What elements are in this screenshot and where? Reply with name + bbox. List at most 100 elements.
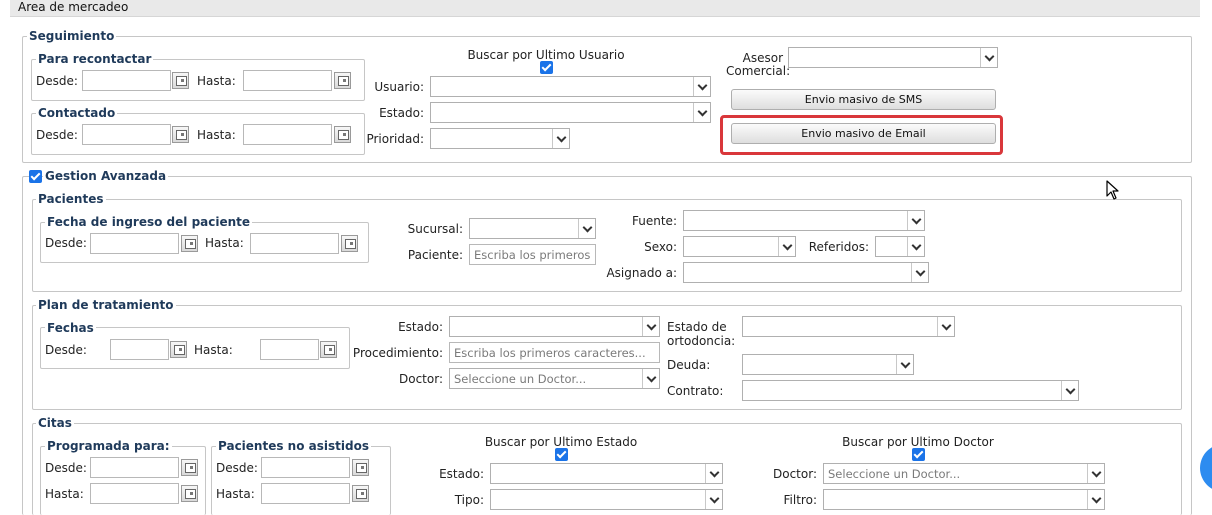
programada-hasta-input[interactable] (90, 483, 179, 504)
desde-label: Desde: (36, 74, 78, 88)
gestion-legend: Gestion Avanzada (43, 169, 169, 183)
calendar-icon[interactable] (320, 341, 337, 358)
no-asistidos-hasta-input[interactable] (261, 483, 350, 504)
chevron-down-icon (980, 48, 997, 67)
plan-legend: Plan de tratamiento (36, 298, 176, 312)
calendar-icon[interactable] (352, 459, 369, 476)
buscar-ultimo-usuario-checkbox[interactable] (540, 61, 553, 74)
plan-doctor-select[interactable]: Seleccione un Doctor... (449, 368, 660, 389)
pacientes-legend: Pacientes (36, 192, 106, 206)
gestion-avanzada-checkbox[interactable] (29, 170, 42, 183)
hasta-label: Hasta: (197, 74, 236, 88)
desde-label: Desde: (45, 461, 87, 475)
chevron-down-icon (907, 237, 924, 256)
estado-ortodoncia-select[interactable] (742, 316, 955, 337)
chevron-down-icon (1087, 464, 1104, 483)
calendar-icon[interactable] (181, 485, 198, 502)
calendar-icon[interactable] (181, 235, 198, 252)
comercial-label: Comercial: (726, 64, 791, 78)
asignado-label: Asignado a: (606, 266, 677, 280)
sexo-label: Sexo: (644, 240, 677, 254)
chevron-down-icon (907, 211, 924, 230)
paciente-label: Paciente: (407, 248, 463, 262)
tipo-label: Tipo: (454, 493, 484, 507)
asesor-label: Asesor (742, 51, 783, 65)
ingreso-desde-input[interactable] (90, 233, 179, 254)
citas-legend: Citas (36, 416, 74, 430)
hasta-label: Hasta: (197, 128, 236, 142)
usuario-label: Usuario: (374, 80, 424, 94)
ortodoncia-label: ortodoncia: (667, 334, 736, 348)
chevron-down-icon (693, 77, 710, 96)
contactado-legend: Contactado (36, 106, 118, 120)
calendar-icon[interactable] (334, 72, 351, 89)
buscar-ultimo-estado-checkbox[interactable] (555, 448, 568, 461)
asesor-comercial-select[interactable] (788, 47, 998, 68)
fecha-ingreso-legend: Fecha de ingreso del paciente (45, 215, 253, 229)
desde-label: Desde: (36, 128, 78, 142)
floating-action-button[interactable] (1200, 444, 1212, 492)
calendar-icon[interactable] (352, 485, 369, 502)
citas-doctor-label: Doctor: (773, 467, 817, 481)
plan-doctor-label: Doctor: (399, 372, 443, 386)
plan-desde-input[interactable] (110, 339, 169, 360)
seguimiento-legend: Seguimiento (27, 29, 117, 43)
chevron-down-icon (911, 263, 928, 282)
filtro-select[interactable] (823, 489, 1105, 510)
recontactar-hasta-input[interactable] (243, 70, 332, 91)
contrato-select[interactable] (742, 380, 1079, 401)
prioridad-select[interactable] (430, 128, 570, 149)
fuente-label: Fuente: (632, 214, 677, 228)
chevron-down-icon (1061, 381, 1078, 400)
contrato-label: Contrato: (667, 384, 724, 398)
chevron-down-icon (705, 464, 722, 483)
sucursal-label: Sucursal: (407, 222, 463, 236)
procedimiento-label: Procedimiento: (352, 346, 443, 360)
calendar-icon[interactable] (170, 341, 187, 358)
chevron-down-icon (896, 355, 913, 374)
calendar-icon[interactable] (334, 126, 351, 143)
no-asistidos-legend: Pacientes no asistidos (216, 439, 371, 453)
sucursal-select[interactable] (469, 218, 596, 239)
envio-sms-button[interactable]: Envio masivo de SMS (731, 89, 996, 110)
sexo-select[interactable] (683, 236, 796, 257)
deuda-label: Deuda: (667, 358, 711, 372)
chevron-down-icon (778, 237, 795, 256)
deuda-select[interactable] (742, 354, 914, 375)
fuente-select[interactable] (683, 210, 925, 231)
hasta-label: Hasta: (194, 343, 233, 357)
tipo-select[interactable] (490, 489, 723, 510)
procedimiento-input[interactable]: Escriba los primeros caracteres... (449, 342, 660, 363)
chevron-down-icon (552, 129, 569, 148)
citas-estado-select[interactable] (490, 463, 723, 484)
citas-estado-label: Estado: (439, 467, 484, 481)
no-asistidos-desde-input[interactable] (261, 457, 350, 478)
asignado-select[interactable] (683, 262, 929, 283)
calendar-icon[interactable] (181, 459, 198, 476)
page-title: Area de mercadeo (18, 0, 129, 14)
contactado-hasta-input[interactable] (243, 124, 332, 145)
referidos-select[interactable] (875, 236, 925, 257)
programada-desde-input[interactable] (90, 457, 179, 478)
recontactar-desde-input[interactable] (82, 70, 171, 91)
usuario-select[interactable] (430, 76, 711, 97)
estado-select[interactable] (430, 102, 711, 123)
desde-label: Desde: (45, 343, 87, 357)
paciente-input[interactable]: Escriba los primeros caracteres... (469, 244, 596, 265)
plan-estado-select[interactable] (449, 316, 660, 337)
prioridad-label: Prioridad: (366, 132, 424, 146)
citas-doctor-select[interactable]: Seleccione un Doctor... (823, 463, 1105, 484)
calendar-icon[interactable] (172, 126, 189, 143)
buscar-ultimo-estado-label: Buscar por Ultimo Estado (484, 435, 638, 449)
ingreso-hasta-input[interactable] (250, 233, 339, 254)
chevron-down-icon (1087, 490, 1104, 509)
chevron-down-icon (937, 317, 954, 336)
calendar-icon[interactable] (172, 72, 189, 89)
estado-ortodoncia-label: Estado de (667, 320, 727, 334)
para-recontactar-legend: Para recontactar (36, 52, 154, 66)
plan-hasta-input[interactable] (260, 339, 319, 360)
filtro-label: Filtro: (783, 493, 817, 507)
contactado-desde-input[interactable] (82, 124, 171, 145)
calendar-icon[interactable] (341, 235, 358, 252)
buscar-ultimo-doctor-checkbox[interactable] (912, 448, 925, 461)
